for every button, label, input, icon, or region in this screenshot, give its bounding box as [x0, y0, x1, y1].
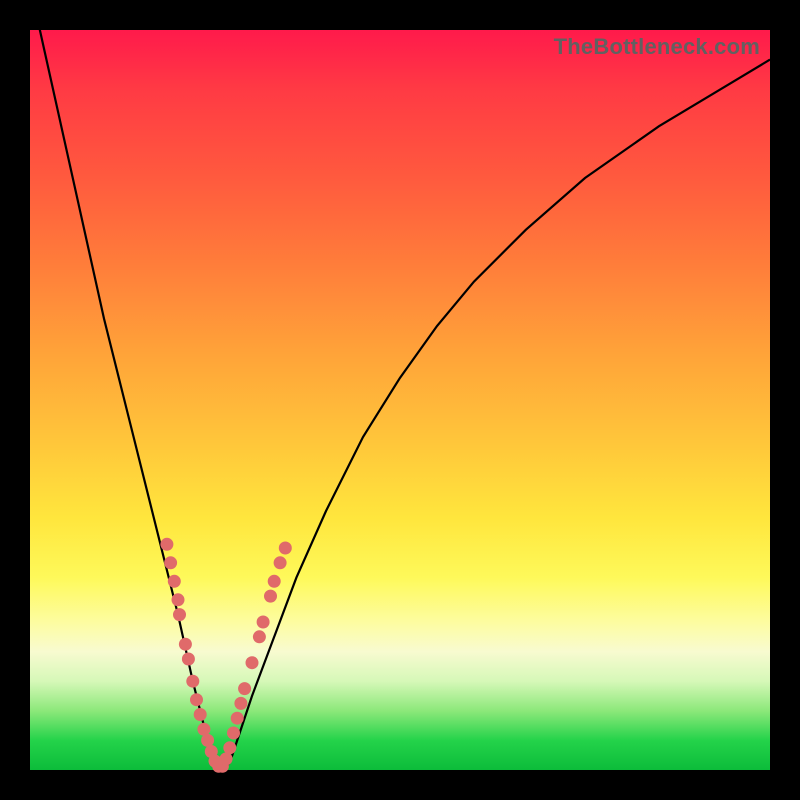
highlight-dot: [234, 697, 247, 710]
highlight-dot: [227, 727, 240, 740]
highlight-dot: [220, 752, 233, 765]
highlight-dot: [264, 590, 277, 603]
chart-frame: TheBottleneck.com: [0, 0, 800, 800]
highlight-dot: [190, 693, 203, 706]
highlight-dot: [168, 575, 181, 588]
highlight-dot: [186, 675, 199, 688]
highlight-dot: [253, 630, 266, 643]
highlight-dot: [160, 538, 173, 551]
chart-svg: [30, 30, 770, 770]
highlight-dot: [172, 593, 185, 606]
highlight-dot: [179, 638, 192, 651]
highlight-dot: [238, 682, 251, 695]
highlight-dot: [201, 734, 214, 747]
plot-area: TheBottleneck.com: [30, 30, 770, 770]
highlight-dot: [279, 542, 292, 555]
highlight-dot: [223, 741, 236, 754]
highlight-dot: [173, 608, 186, 621]
highlight-dot: [274, 556, 287, 569]
highlight-dot: [246, 656, 259, 669]
bottleneck-curve: [30, 0, 770, 770]
highlight-dot: [231, 712, 244, 725]
highlight-dot: [257, 616, 270, 629]
highlighted-points-group: [160, 538, 291, 773]
highlight-dot: [194, 708, 207, 721]
highlight-dot: [197, 723, 210, 736]
highlight-dot: [268, 575, 281, 588]
highlight-dot: [182, 653, 195, 666]
highlight-dot: [164, 556, 177, 569]
